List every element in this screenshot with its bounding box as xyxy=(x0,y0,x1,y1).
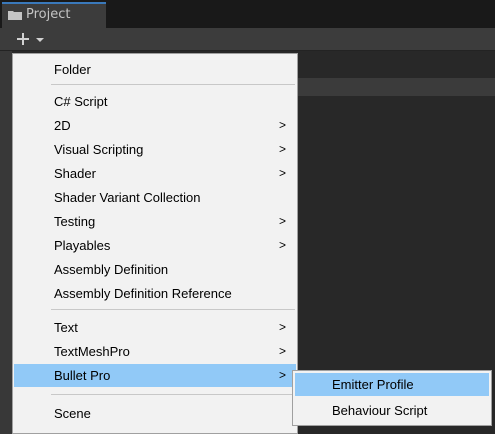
menu-item-label: Shader Variant Collection xyxy=(54,190,201,205)
submenu-arrow-icon: > xyxy=(278,118,286,132)
menu-separator xyxy=(51,84,295,85)
tab-label: Project xyxy=(26,7,71,22)
create-dropdown-button[interactable] xyxy=(13,29,53,49)
submenu-arrow-icon: > xyxy=(278,214,286,228)
menu-separator xyxy=(51,394,295,395)
bullet-pro-submenu: Emitter Profile Behaviour Script xyxy=(292,370,492,426)
menu-item-label: 2D xyxy=(54,118,71,133)
menu-item-label: Assembly Definition Reference xyxy=(54,286,232,301)
menu-item-scene[interactable]: Scene xyxy=(14,402,296,425)
submenu-arrow-icon: > xyxy=(278,368,286,382)
menu-item-label: Folder xyxy=(54,62,91,77)
menu-item-label: Bullet Pro xyxy=(54,368,111,383)
project-toolbar xyxy=(0,28,495,51)
menu-item-text[interactable]: Text > xyxy=(14,316,296,339)
menu-item-label: Assembly Definition xyxy=(54,262,169,277)
submenu-item-emitter-profile[interactable]: Emitter Profile xyxy=(295,373,489,396)
folder-icon xyxy=(8,11,22,20)
menu-item-label: Visual Scripting xyxy=(54,142,144,157)
menu-item-shader[interactable]: Shader > xyxy=(14,162,296,185)
menu-item-playables[interactable]: Playables > xyxy=(14,234,296,257)
submenu-arrow-icon: > xyxy=(278,344,286,358)
menu-item-label: Scene xyxy=(54,406,91,421)
menu-item-shader-variant-collection[interactable]: Shader Variant Collection xyxy=(14,186,296,209)
submenu-arrow-icon: > xyxy=(278,238,286,252)
project-tab[interactable]: Project xyxy=(2,2,106,28)
menu-item-label: Playables xyxy=(54,238,111,253)
menu-item-2d[interactable]: 2D > xyxy=(14,114,296,137)
submenu-arrow-icon: > xyxy=(278,142,286,156)
menu-item-label: Shader xyxy=(54,166,96,181)
menu-item-label: Text xyxy=(54,320,78,335)
chevron-down-icon xyxy=(36,38,44,42)
menu-item-visual-scripting[interactable]: Visual Scripting > xyxy=(14,138,296,161)
menu-item-label: TextMeshPro xyxy=(54,344,130,359)
menu-item-textmeshpro[interactable]: TextMeshPro > xyxy=(14,340,296,363)
menu-item-csharp-script[interactable]: C# Script xyxy=(14,90,296,113)
submenu-arrow-icon: > xyxy=(278,320,286,334)
menu-item-bullet-pro[interactable]: Bullet Pro > xyxy=(14,364,296,387)
menu-item-testing[interactable]: Testing > xyxy=(14,210,296,233)
assets-path-bar xyxy=(298,78,495,96)
submenu-item-label: Behaviour Script xyxy=(332,403,428,418)
menu-item-assembly-definition-reference[interactable]: Assembly Definition Reference xyxy=(14,282,296,305)
submenu-item-label: Emitter Profile xyxy=(332,377,414,392)
menu-item-assembly-definition[interactable]: Assembly Definition xyxy=(14,258,296,281)
menu-item-label: Testing xyxy=(54,214,96,229)
plus-icon xyxy=(17,33,29,45)
menu-separator xyxy=(51,309,295,310)
menu-item-label: C# Script xyxy=(54,94,108,109)
create-menu: Folder C# Script 2D > Visual Scripting >… xyxy=(12,53,298,434)
folder-tree-panel xyxy=(0,51,12,434)
submenu-item-behaviour-script[interactable]: Behaviour Script xyxy=(295,399,489,422)
menu-item-folder[interactable]: Folder xyxy=(14,58,296,81)
submenu-arrow-icon: > xyxy=(278,166,286,180)
